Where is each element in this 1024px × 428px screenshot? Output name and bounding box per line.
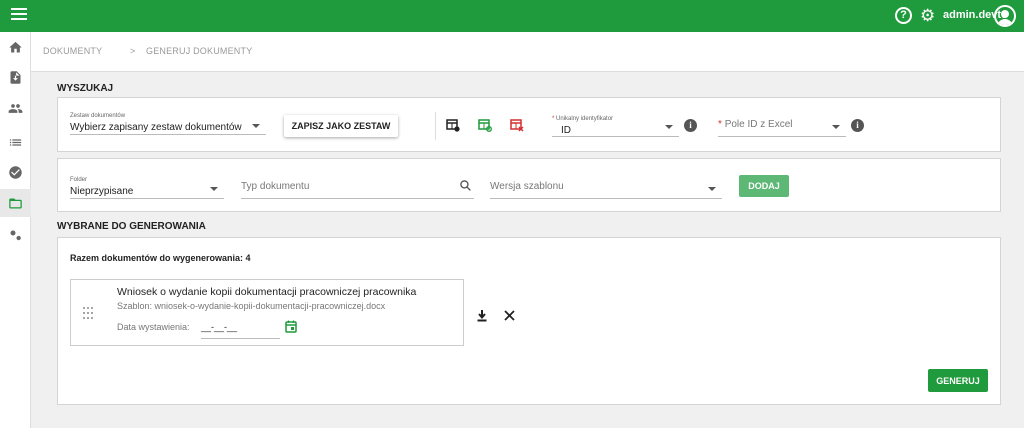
close-icon[interactable] (504, 310, 515, 321)
menu-icon[interactable] (11, 8, 27, 24)
home-icon[interactable] (0, 33, 31, 61)
document-name: Wniosek o wydanie kopii dokumentacji pra… (117, 286, 417, 298)
template-version-placeholder: Wersja szablonu (490, 181, 564, 192)
search-panel-top: Zestaw dokumentów Wybierz zapisany zesta… (57, 97, 1001, 152)
list-item: Wniosek o wydanie kopii dokumentacji pra… (70, 279, 464, 346)
table-settings-icon[interactable] (446, 118, 460, 132)
issue-date-input[interactable]: __-__-__ (201, 320, 280, 339)
document-set-select[interactable]: Zestaw dokumentów Wybierz zapisany zesta… (70, 111, 266, 135)
folder-open-icon[interactable] (0, 189, 31, 217)
issue-date-label: Data wystawienia: (117, 322, 190, 332)
document-template: Szablon: wniosek-o-wydanie-kopii-dokumen… (117, 301, 386, 311)
issue-date-value: __-__-__ (201, 322, 238, 332)
search-section-title: WYSZUKAJ (57, 83, 114, 94)
document-icon[interactable] (0, 63, 31, 91)
add-button[interactable]: DODAJ (739, 175, 789, 197)
divider (435, 112, 436, 140)
document-set-label: Zestaw dokumentów (70, 113, 126, 119)
people-icon[interactable] (0, 94, 31, 122)
help-icon[interactable]: ? (895, 7, 912, 24)
required-mark: * (718, 119, 722, 130)
top-app-bar: ? ⚙ admin.devtc (0, 0, 1024, 32)
account-icon[interactable] (994, 5, 1016, 27)
search-icon[interactable] (459, 179, 472, 192)
info-icon[interactable]: i (851, 119, 864, 132)
info-icon[interactable]: i (684, 119, 697, 132)
list-icon[interactable] (0, 128, 31, 156)
unique-id-select[interactable]: * Unikalny identyfikator ID (552, 115, 679, 137)
chevron-down-icon (832, 125, 840, 129)
folder-label: Folder (70, 177, 88, 183)
required-mark: * (552, 116, 555, 122)
template-version-select[interactable]: Wersja szablonu (490, 175, 722, 199)
table-refresh-icon[interactable] (478, 118, 492, 132)
sidebar (0, 32, 31, 428)
document-type-placeholder: Typ dokumentu (241, 181, 310, 192)
chevron-down-icon (665, 125, 673, 129)
total-documents-text: Razem dokumentów do wygenerowania: 4 (70, 253, 251, 263)
excel-id-placeholder: * Pole ID z Excel (718, 119, 793, 130)
download-icon[interactable] (476, 309, 488, 322)
document-set-value: Wybierz zapisany zestaw dokumentów (70, 122, 242, 133)
folder-value: Nieprzypisane (70, 186, 134, 197)
table-remove-icon[interactable] (510, 118, 524, 132)
breadcrumb: DOKUMENTY > GENERUJ DOKUMENTY (31, 32, 1024, 72)
chevron-down-icon (708, 187, 716, 191)
gear-icon[interactable]: ⚙ (920, 6, 935, 26)
breadcrumb-separator: > (130, 46, 136, 56)
drag-handle-icon[interactable] (83, 307, 93, 319)
calendar-icon[interactable] (285, 320, 297, 333)
excel-id-select[interactable]: * Pole ID z Excel (718, 115, 846, 137)
search-panel-bottom: Folder Nieprzypisane Typ dokumentu Wersj… (57, 158, 1001, 212)
generate-button[interactable]: GENERUJ (928, 369, 988, 392)
unique-id-value: ID (561, 125, 571, 136)
breadcrumb-documents[interactable]: DOKUMENTY (43, 46, 102, 56)
check-circle-icon[interactable] (0, 158, 31, 186)
selected-section-title: WYBRANE DO GENEROWANIA (57, 221, 206, 232)
settings-cog-icon[interactable] (0, 221, 31, 249)
chevron-down-icon (252, 124, 260, 128)
chevron-down-icon (210, 187, 218, 191)
document-type-input[interactable]: Typ dokumentu (241, 175, 474, 199)
unique-id-label: * Unikalny identyfikator (552, 116, 614, 122)
breadcrumb-generate: GENERUJ DOKUMENTY (146, 46, 253, 56)
save-as-set-button[interactable]: ZAPISZ JAKO ZESTAW (284, 115, 398, 137)
folder-select[interactable]: Folder Nieprzypisane (70, 175, 224, 199)
